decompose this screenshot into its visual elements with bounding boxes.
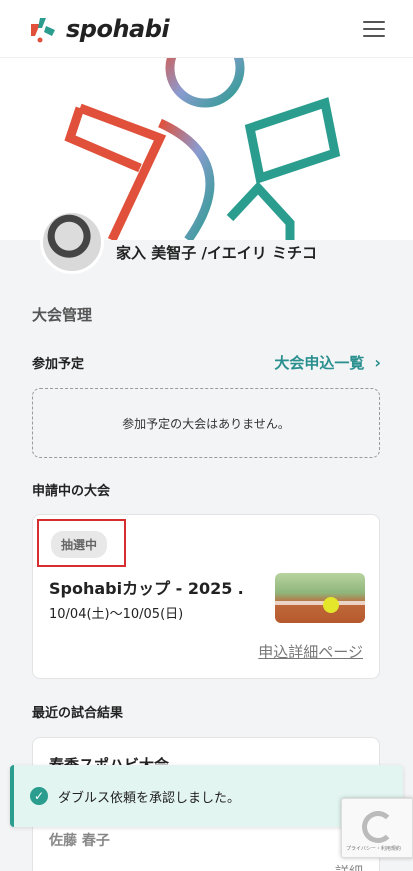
applying-title: 申請中の大会 [32, 484, 111, 499]
tournament-list-label: 大会申込一覧 [274, 354, 365, 372]
event-name: Spohabiカップ - 2025 … [49, 579, 244, 598]
event-dates: 10/04(土)〜10/05(日) [49, 607, 184, 622]
check-circle-icon: ✓ [30, 787, 48, 805]
empty-message: 参加予定の大会はありません。 [122, 416, 290, 431]
section-title-tournament: 大会管理 [32, 306, 93, 324]
hamburger-menu-icon[interactable] [363, 20, 385, 37]
avatar[interactable] [40, 210, 104, 274]
tournament-list-link[interactable]: 大会申込一覧 › [274, 352, 381, 373]
result-detail-link[interactable]: 詳細 [335, 862, 363, 871]
app-header: spohabi [0, 0, 413, 58]
planned-title: 参加予定 [32, 357, 85, 372]
toast-message: ダブルス依頼を承認しました。 [58, 790, 241, 806]
badge-highlight: 抽選中 [37, 519, 126, 567]
chevron-right-icon: › [374, 353, 381, 372]
logo[interactable]: spohabi [28, 14, 170, 44]
logo-text: spohabi [66, 14, 170, 43]
recent-results-title: 最近の試合結果 [32, 706, 124, 721]
status-badge: 抽選中 [51, 531, 108, 558]
recaptcha-icon [362, 811, 394, 843]
recaptcha-text[interactable]: プライバシー・利用規約 [346, 845, 401, 852]
planned-empty-box: 参加予定の大会はありません。 [32, 388, 380, 458]
applying-card[interactable]: 抽選中 Spohabiカップ - 2025 … 10/04(土)〜10/05(日… [32, 514, 380, 679]
application-detail-link[interactable]: 申込詳細ページ [258, 641, 363, 662]
result-player-name: 佐藤 春子 [49, 833, 110, 849]
event-thumbnail [275, 573, 365, 623]
profile-block: 家入 美智子 /イエイリ ミチコ [40, 210, 326, 274]
user-name: 家入 美智子 /イエイリ ミチコ [116, 244, 317, 262]
spohabi-logo-icon [31, 17, 55, 42]
recaptcha-badge[interactable]: プライバシー・利用規約 [341, 798, 413, 858]
